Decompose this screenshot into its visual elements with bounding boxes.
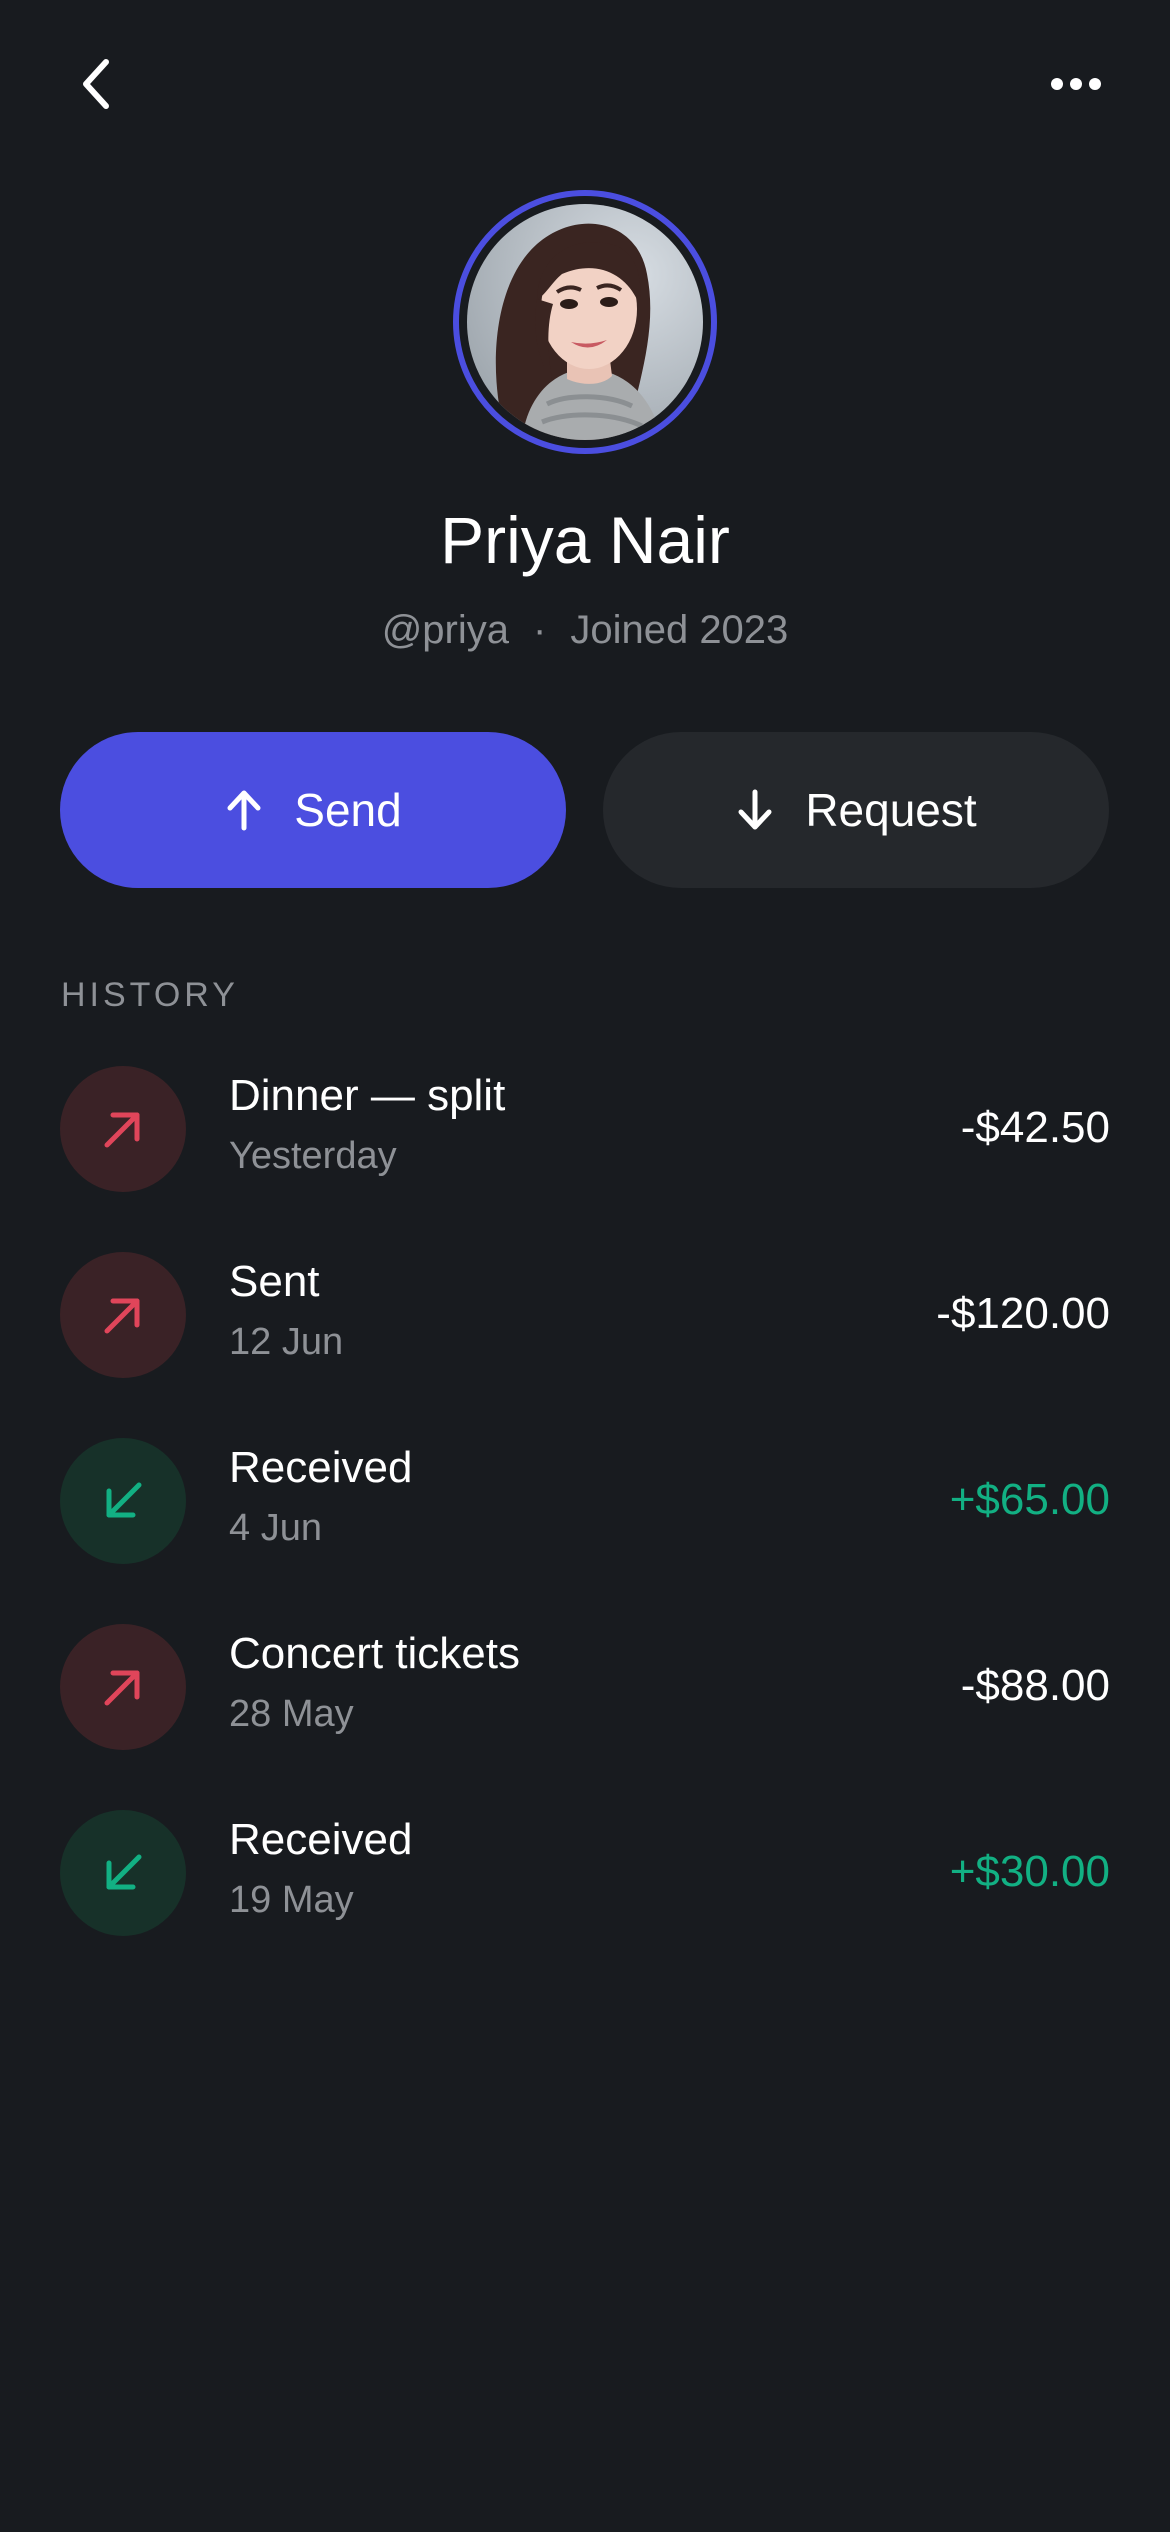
transaction-title: Received [229,1815,413,1864]
incoming-badge [60,1810,186,1936]
transaction-amount: +$30.00 [949,1847,1110,1896]
arrow-up-right-icon [104,1298,140,1334]
arrow-down-icon [738,789,772,830]
joined-date: Joined 2023 [570,608,789,652]
request-label: Request [805,784,977,836]
avatar-photo [467,204,703,440]
transaction-amount: -$88.00 [960,1661,1110,1710]
transaction-date: 4 Jun [229,1507,322,1549]
meta-separator: · [533,608,547,652]
more-options-button[interactable] [1040,52,1112,116]
transaction-amount: +$65.00 [949,1475,1110,1524]
transaction-title: Concert tickets [229,1629,520,1678]
arrow-up-right-icon [104,1670,140,1706]
request-button[interactable]: Request [603,732,1109,888]
contact-detail-screen: Priya Nair @priya · Joined 2023 Send Reque… [0,0,1170,2532]
history-heading: HISTORY [61,976,239,1014]
transaction-amount: -$42.50 [960,1103,1110,1152]
avatar [467,204,703,440]
contact-handle: @priya [381,608,509,652]
transaction-list: Dinner — split Yesterday -$42.50 Sent 12… [60,1066,1110,1996]
transaction-title: Sent [229,1257,320,1306]
transaction-row[interactable]: Dinner — split Yesterday -$42.50 [60,1066,1110,1252]
transaction-date: 19 May [229,1879,354,1921]
send-button[interactable]: Send [60,732,566,888]
arrow-up-icon [227,790,261,831]
transaction-row[interactable]: Sent 12 Jun -$120.00 [60,1252,1110,1438]
outgoing-badge [60,1252,186,1378]
transaction-title: Dinner — split [229,1071,506,1120]
outgoing-badge [60,1066,186,1192]
arrow-down-left-icon [106,1854,142,1890]
back-button[interactable] [60,44,132,124]
transaction-date: 12 Jun [229,1321,344,1363]
transaction-date: Yesterday [229,1135,397,1177]
transaction-title: Received [229,1443,413,1492]
arrow-up-right-icon [104,1112,140,1148]
transaction-row[interactable]: Received 19 May +$30.00 [60,1810,1110,1996]
transaction-date: 28 May [229,1693,354,1735]
outgoing-badge [60,1624,186,1750]
contact-meta: @priya · Joined 2023 [0,604,1170,656]
transaction-row[interactable]: Concert tickets 28 May -$88.00 [60,1624,1110,1810]
contact-name: Priya Nair [440,503,730,577]
transaction-row[interactable]: Received 4 Jun +$65.00 [60,1438,1110,1624]
chevron-left-icon [83,59,109,109]
incoming-badge [60,1438,186,1564]
send-label: Send [294,784,402,836]
more-horizontal-icon [1051,78,1101,90]
transaction-amount: -$120.00 [936,1289,1110,1338]
arrow-down-left-icon [106,1482,142,1518]
avatar-ring [453,190,717,454]
